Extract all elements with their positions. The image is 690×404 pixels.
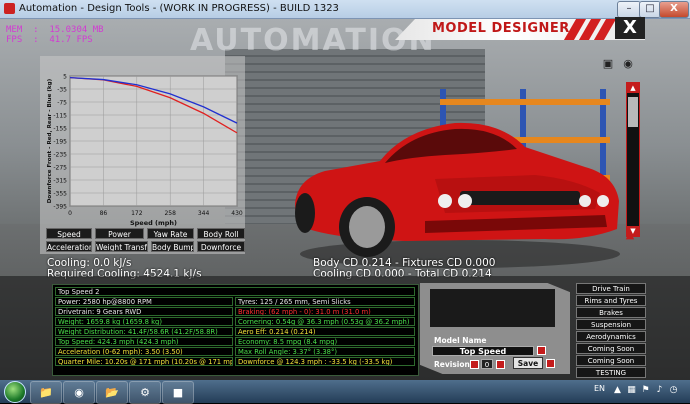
camera-icon[interactable]: ▣: [600, 57, 616, 70]
language-indicator[interactable]: EN: [594, 384, 605, 393]
app-icon: [4, 3, 15, 14]
view-scrollbar[interactable]: ▲ ▼: [626, 82, 640, 237]
explorer-task-icon[interactable]: 📁: [30, 381, 62, 404]
scroll-up-icon[interactable]: ▲: [627, 83, 639, 93]
x-tick-label-2: 172: [131, 210, 143, 217]
y-tick-label-7: -275: [53, 165, 67, 172]
x-tick-label-0: 0: [68, 210, 72, 217]
x-tick-label-1: 86: [100, 210, 108, 217]
volume-icon[interactable]: ♪: [654, 385, 665, 396]
start-button[interactable]: [4, 381, 26, 403]
window-title: Automation - Design Tools - (WORK IN PRO…: [19, 3, 339, 14]
y-tick-label-1: -35: [57, 87, 67, 94]
stat-max-roll-angle: Max Roll Angle: 3.37° (3.38°): [235, 347, 415, 356]
side-menu-suspension[interactable]: Suspension: [576, 319, 646, 330]
automation-watermark: AUTOMATION: [190, 23, 436, 58]
model-name-label: Model Name: [434, 336, 487, 345]
stat-aero-eff: Aero Eff: 0.214 (0.214): [235, 327, 415, 336]
stat-acceleration: Acceleration (0-62 mph): 3.50 (3.50): [55, 347, 233, 356]
tab-speed[interactable]: Speed: [46, 228, 92, 239]
tab-body-bump[interactable]: Body Bump: [151, 241, 194, 252]
taskbar: 📁 ◉ 📂 ⚙ ■ EN ▲ ▦ ⚑ ♪ ◷: [0, 380, 690, 404]
folder-task-icon[interactable]: 📂: [96, 381, 128, 404]
downforce-chart: 5 -35 -75 -115 -155 -195 -235 -275 -315 -355 -3950…: [47, 74, 243, 228]
view-tools: ▣ ◉: [598, 57, 638, 73]
tab-downforce[interactable]: Downforce: [197, 241, 245, 252]
stat-braking: Braking: (62 mph - 0): 31.0 m (31.0 m): [235, 307, 415, 316]
y-tick-label-5: -195: [53, 139, 67, 146]
network-icon[interactable]: ▦: [626, 385, 637, 396]
stat-model: Top Speed 2: [55, 287, 415, 296]
stat-drivetrain: Drivetrain: 9 Gears RWD: [55, 307, 233, 316]
tray-arrow-icon[interactable]: ▲: [612, 385, 623, 396]
scroll-thumb[interactable]: [628, 97, 638, 127]
model-preview: [430, 289, 555, 327]
y-tick-label-10: -395: [53, 204, 67, 211]
side-menu-rims-and-tyres[interactable]: Rims and Tyres: [576, 295, 646, 306]
model-designer-title: MODEL DESIGNER: [432, 21, 570, 36]
y-tick-label-3: -115: [53, 113, 67, 120]
x-tick-label-3: 258: [164, 210, 176, 217]
tab-acceleration[interactable]: Acceleration: [46, 241, 92, 252]
steam-task-icon[interactable]: ⚙: [129, 381, 161, 404]
window-titlebar: Automation - Design Tools - (WORK IN PRO…: [0, 0, 690, 19]
x-axis-label: Speed (mph): [130, 219, 177, 227]
tab-weight-transfer[interactable]: Weight Transfer: [95, 241, 148, 252]
downforce-chart-panel: 5 -35 -75 -115 -155 -195 -235 -275 -315 -355 -395 0…: [40, 56, 245, 254]
clock-icon[interactable]: ◷: [668, 385, 679, 396]
stat-downforce: Downforce @ 124.3 mph : -33.5 kg (-33.5 …: [235, 357, 415, 366]
car-model[interactable]: [285, 109, 625, 269]
revision-label: Revision: [434, 360, 470, 369]
window-close-button[interactable]: X: [659, 1, 689, 18]
side-menu-testing[interactable]: TESTING: [576, 367, 646, 378]
y-tick-label-9: -355: [53, 191, 67, 198]
save-confirm-icon[interactable]: [546, 359, 555, 368]
warning-icon[interactable]: ▲: [621, 228, 639, 242]
y-axis-label: Downforce Front - Red, Rear - Blue (kg): [47, 78, 53, 203]
flag-icon[interactable]: ⚑: [640, 385, 651, 396]
tab-power[interactable]: Power: [95, 228, 144, 239]
model-name-input[interactable]: Top Speed: [432, 346, 534, 356]
stat-weight: Weight: 1659.8 kg (1659.8 kg): [55, 317, 233, 326]
stat-cornering: Cornering: 0.54g @ 36.3 mph (0.53g @ 36.…: [235, 317, 415, 326]
maximize-button[interactable]: □: [639, 1, 661, 18]
y-tick-label-4: -155: [53, 126, 67, 133]
tab-yaw-rate[interactable]: Yaw Rate: [147, 228, 194, 239]
game-task-icon[interactable]: ■: [162, 381, 194, 404]
side-menu-coming-soon-1[interactable]: Coming Soon: [576, 343, 646, 354]
side-menu-drive-train[interactable]: Drive Train: [576, 283, 646, 294]
tab-body-roll[interactable]: Body Roll: [197, 228, 245, 239]
model-name-clear-icon[interactable]: [537, 346, 546, 355]
revision-value[interactable]: 0: [481, 359, 493, 369]
car-stats-panel: Top Speed 2 Power: 2580 hp@8800 RPM Tyre…: [52, 284, 419, 376]
x-tick-label-5: 430: [231, 210, 243, 217]
side-menu-coming-soon-2[interactable]: Coming Soon: [576, 355, 646, 366]
revision-increment-icon[interactable]: [496, 360, 505, 369]
stat-quarter-mile: Quarter Mile: 10.20s @ 171 mph (10.20s @…: [55, 357, 233, 366]
y-tick-label-0: 5: [63, 74, 67, 81]
x-tick-label-4: 344: [198, 210, 210, 217]
stat-power: Power: 2580 hp@8800 RPM: [55, 297, 233, 306]
stat-tyres: Tyres: 125 / 265 mm, Semi Slicks: [235, 297, 415, 306]
minimize-button[interactable]: –: [617, 1, 641, 18]
side-menu-aerodynamics[interactable]: Aerodynamics: [576, 331, 646, 342]
y-tick-label-2: -75: [57, 100, 67, 107]
eye-icon[interactable]: ◉: [620, 57, 636, 70]
stat-economy: Economy: 8.5 mpg (8.4 mpg): [235, 337, 415, 346]
designer-close-button[interactable]: X: [615, 17, 645, 39]
revision-decrement-icon[interactable]: [470, 360, 479, 369]
save-button[interactable]: Save: [513, 357, 543, 369]
y-tick-label-6: -235: [53, 152, 67, 159]
y-tick-label-8: -315: [53, 178, 67, 185]
debug-overlay: MEM : 15.0304 MB FPS : 41.7 FPS: [6, 25, 104, 45]
chrome-task-icon[interactable]: ◉: [63, 381, 95, 404]
stat-weight-distribution: Weight Distribution: 41.4F/58.6R (41.2F/…: [55, 327, 233, 336]
stat-top-speed: Top Speed: 424.3 mph (424.3 mph): [55, 337, 233, 346]
side-menu-brakes[interactable]: Brakes: [576, 307, 646, 318]
